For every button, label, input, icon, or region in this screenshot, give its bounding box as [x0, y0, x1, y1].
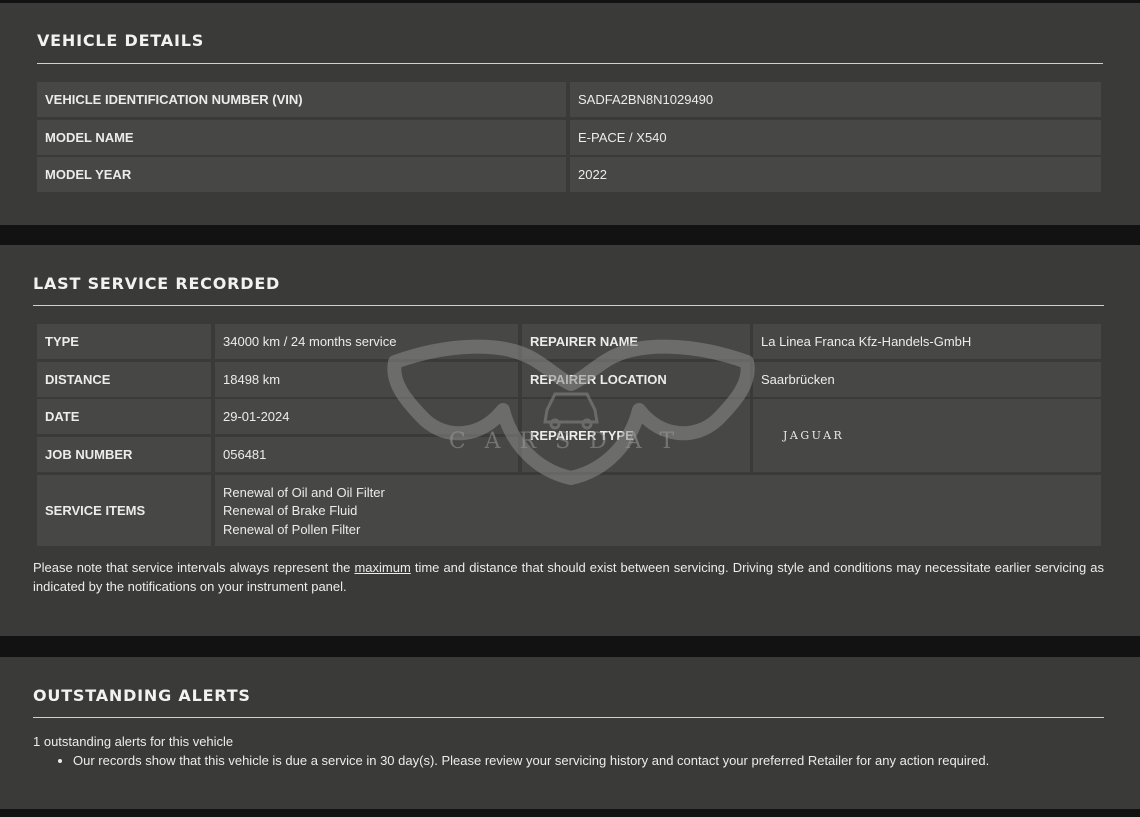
distance-value: 18498 km: [215, 362, 518, 397]
last-service-section: LAST SERVICE RECORDED TYPE 34000 km / 24…: [0, 245, 1140, 636]
alerts-list: Our records show that this vehicle is du…: [73, 753, 989, 768]
vehicle-details-title: VEHICLE DETAILS: [37, 3, 1103, 64]
alert-item: Our records show that this vehicle is du…: [73, 753, 989, 768]
repairer-location-value: Saarbrücken: [753, 362, 1101, 397]
service-items-list: Renewal of Oil and Oil Filter Renewal of…: [223, 482, 385, 540]
service-item: Renewal of Oil and Oil Filter: [223, 484, 385, 500]
service-items-cell: Renewal of Oil and Oil Filter Renewal of…: [215, 475, 1101, 546]
alerts-count-text: 1 outstanding alerts for this vehicle: [33, 734, 234, 749]
vin-value: SADFA2BN8N1029490: [570, 82, 1101, 117]
model-name-value: E-PACE / X540: [570, 120, 1101, 155]
repairer-location-label: REPAIRER LOCATION: [522, 362, 750, 397]
service-item: Renewal of Brake Fluid: [223, 503, 358, 519]
vin-label: VEHICLE IDENTIFICATION NUMBER (VIN): [37, 82, 566, 117]
last-service-title: LAST SERVICE RECORDED: [33, 245, 1104, 306]
date-value: 29-01-2024: [215, 399, 518, 434]
outstanding-alerts-title: OUTSTANDING ALERTS: [33, 657, 1104, 718]
service-item: Renewal of Pollen Filter: [223, 521, 361, 537]
maximum-emphasis: maximum: [354, 560, 411, 575]
service-type-value: 34000 km / 24 months service: [215, 324, 518, 359]
distance-label: DISTANCE: [37, 362, 211, 397]
outstanding-alerts-section: OUTSTANDING ALERTS 1 outstanding alerts …: [0, 657, 1140, 809]
model-year-value: 2022: [570, 157, 1101, 192]
model-name-label: MODEL NAME: [37, 120, 566, 155]
repairer-type-label: REPAIRER TYPE: [522, 399, 750, 472]
job-number-value: 056481: [215, 437, 518, 472]
job-number-label: JOB NUMBER: [37, 437, 211, 472]
repairer-type-value: JAGUAR: [753, 399, 1101, 472]
service-items-label: SERVICE ITEMS: [37, 475, 211, 546]
repairer-name-label: REPAIRER NAME: [522, 324, 750, 359]
jaguar-logo: JAGUAR: [783, 429, 845, 442]
page: VEHICLE DETAILS VEHICLE IDENTIFICATION N…: [0, 0, 1140, 817]
note-text-start: Please note that service intervals alway…: [33, 560, 355, 575]
repairer-name-value: La Linea Franca Kfz-Handels-GmbH: [753, 324, 1101, 359]
model-year-label: MODEL YEAR: [37, 157, 566, 192]
service-interval-note: Please note that service intervals alway…: [33, 558, 1104, 596]
date-label: DATE: [37, 399, 211, 434]
vehicle-details-section: VEHICLE DETAILS VEHICLE IDENTIFICATION N…: [0, 3, 1140, 225]
service-type-label: TYPE: [37, 324, 211, 359]
